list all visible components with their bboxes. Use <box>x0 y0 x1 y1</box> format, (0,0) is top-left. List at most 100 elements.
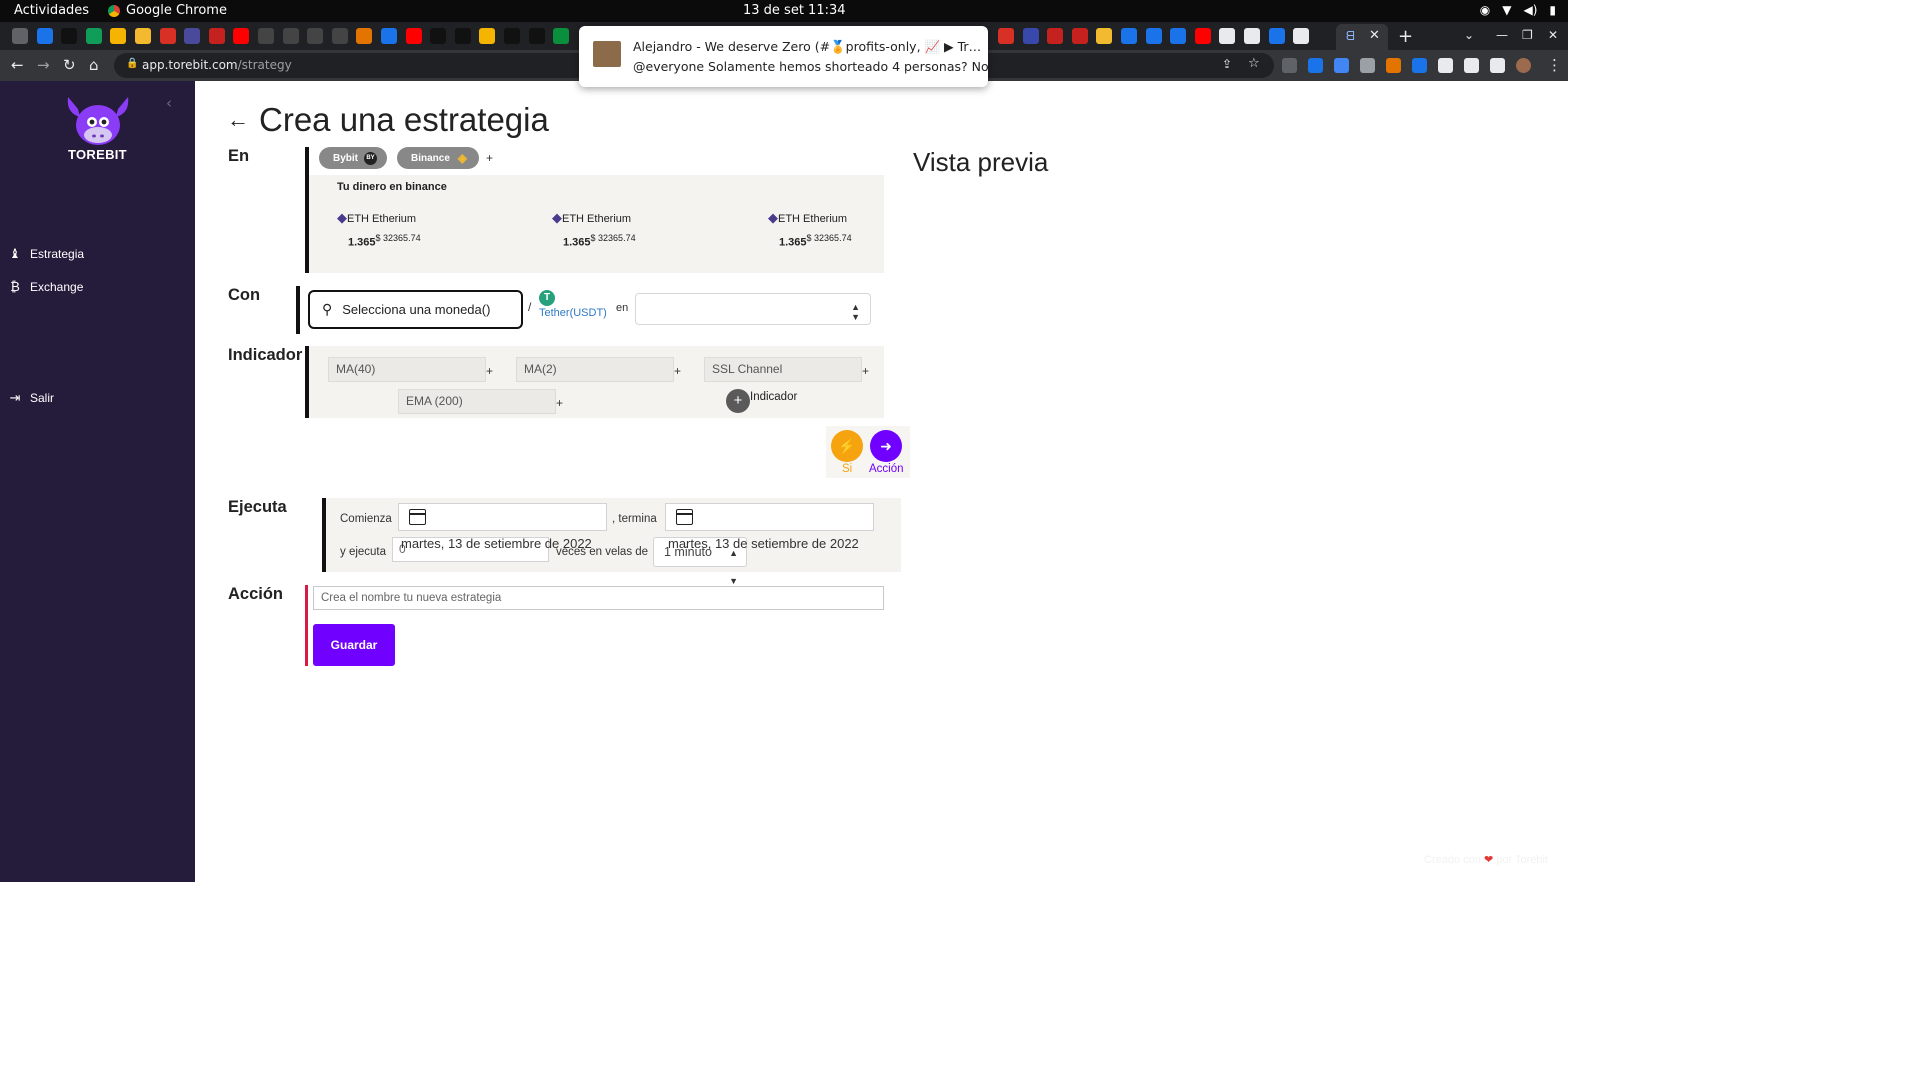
pinned-tab-favicon[interactable] <box>282 28 299 44</box>
extension-icon[interactable] <box>1386 58 1401 73</box>
pinned-tab-favicon[interactable] <box>1071 28 1088 44</box>
pinned-tab-favicon[interactable] <box>307 28 324 44</box>
add-exchange-button[interactable]: + <box>486 151 493 165</box>
restore-icon[interactable]: ❐ <box>1522 28 1533 42</box>
back-arrow-icon[interactable]: ← <box>227 107 249 133</box>
pinned-tab-favicon[interactable] <box>528 28 545 44</box>
asset-name: ETH Etherium <box>562 213 632 225</box>
active-tab[interactable]: ᗺ ✕ <box>1336 24 1388 50</box>
pinned-tab-favicon[interactable] <box>331 28 348 44</box>
pinned-tab-favicon[interactable] <box>36 28 53 44</box>
si-trigger-button[interactable]: ⚡ <box>831 430 863 462</box>
extension-icon[interactable] <box>1464 58 1479 73</box>
exchange-chip-binance[interactable]: Binance ◈ <box>397 147 479 169</box>
start-date-input[interactable] <box>398 503 607 531</box>
add-indicator-plus[interactable]: + <box>862 364 869 378</box>
pinned-tab-favicon[interactable] <box>1145 28 1162 44</box>
pinned-tab-favicon[interactable] <box>381 28 397 44</box>
accion-section-bar <box>305 585 308 666</box>
pinned-tab-favicon[interactable] <box>1096 28 1113 44</box>
profile-avatar-icon[interactable] <box>1516 58 1531 73</box>
add-indicator-plus[interactable]: + <box>486 364 493 378</box>
plus-circle-icon: + <box>726 389 750 413</box>
clock[interactable]: 13 de set 11:34 <box>743 3 846 18</box>
new-tab-icon[interactable]: + <box>1398 26 1413 47</box>
pinned-tab-favicon[interactable] <box>1268 28 1285 44</box>
bookmark-star-icon[interactable]: ☆ <box>1248 56 1260 71</box>
pinned-tab-favicon[interactable] <box>998 28 1014 44</box>
extension-icon[interactable] <box>1412 58 1427 73</box>
save-button[interactable]: Guardar <box>313 624 395 666</box>
pinned-tab-favicon[interactable] <box>208 28 225 44</box>
pinned-tab-favicon[interactable] <box>258 28 274 44</box>
extension-icon[interactable] <box>1334 58 1349 73</box>
pinned-tab-favicon[interactable] <box>504 28 520 44</box>
coin-select-input[interactable]: ⚲ Selecciona una moneda() <box>308 290 523 329</box>
pinned-tab-favicon[interactable] <box>61 28 78 44</box>
extension-icon[interactable] <box>1282 58 1297 73</box>
share-icon[interactable]: ⇪ <box>1222 57 1232 71</box>
quote-coin[interactable]: T Tether(USDT) <box>539 290 607 319</box>
indicator-input[interactable]: MA(40) <box>328 357 486 382</box>
extension-icon[interactable] <box>1438 58 1453 73</box>
extension-icon[interactable] <box>1490 58 1505 73</box>
indicator-input[interactable]: SSL Channel <box>704 357 862 382</box>
tether-icon: T <box>539 290 555 306</box>
tab-search-icon[interactable]: ⌄ <box>1464 28 1474 42</box>
accion-trigger-button[interactable]: ➜ <box>870 430 902 462</box>
sidebar-item-salir[interactable]: ⇥ Salir <box>8 390 54 406</box>
activities-button[interactable]: Actividades <box>14 3 89 18</box>
pinned-tab-favicon[interactable] <box>1194 28 1211 44</box>
strategy-name-input[interactable]: Crea el nombre tu nueva estrategia <box>313 586 884 610</box>
indicator-input[interactable]: EMA (200) <box>398 389 556 414</box>
window-close-icon[interactable]: ✕ <box>1548 28 1558 42</box>
pinned-tab-favicon[interactable] <box>159 28 176 44</box>
home-icon[interactable]: ⌂ <box>89 56 99 74</box>
extension-icon[interactable] <box>1308 58 1323 73</box>
reload-icon[interactable]: ↻ <box>63 56 76 74</box>
extension-icon[interactable] <box>1360 58 1375 73</box>
exchange-select[interactable]: ▲ ▼ <box>635 293 871 325</box>
add-indicator-plus[interactable]: + <box>556 396 563 410</box>
pinned-tab-favicon[interactable] <box>1244 28 1260 44</box>
sidebar-item-exchange[interactable]: ₿ Exchange <box>8 279 83 294</box>
lock-icon: 🔒 <box>126 58 139 69</box>
minimize-icon[interactable]: — <box>1496 28 1508 42</box>
termina-label: , termina <box>612 513 657 525</box>
forward-icon[interactable]: → <box>37 56 50 74</box>
add-indicator-plus[interactable]: + <box>674 364 681 378</box>
pinned-tab-favicon[interactable] <box>1047 28 1064 44</box>
pinned-tab-favicon[interactable] <box>454 28 471 44</box>
pinned-tab-favicon[interactable] <box>85 28 102 44</box>
pinned-tab-favicon[interactable] <box>233 28 250 44</box>
pinned-tab-favicon[interactable] <box>430 28 447 44</box>
add-indicator-button[interactable]: + Indicador <box>726 389 797 413</box>
pinned-tab-favicon[interactable] <box>1170 28 1187 44</box>
pinned-tab-favicon[interactable] <box>12 28 28 44</box>
app-menu[interactable]: Google Chrome <box>108 3 227 18</box>
pinned-tab-favicon[interactable] <box>479 28 496 44</box>
pinned-tab-favicon[interactable] <box>184 28 201 44</box>
pinned-tab-favicon[interactable] <box>1121 28 1137 44</box>
pinned-tab-favicon[interactable] <box>1219 28 1236 44</box>
chat-notification[interactable]: Alejandro - We deserve Zero (#🏅profits-o… <box>579 26 1029 87</box>
system-tray[interactable]: ◉ ▼ ◀) ▮ <box>1480 3 1556 17</box>
sidebar-item-estrategia[interactable]: ♝ Estrategia <box>8 246 84 262</box>
close-tab-icon[interactable]: ✕ <box>1369 28 1380 43</box>
indicator-input[interactable]: MA(2) <box>516 357 674 382</box>
end-date-input[interactable] <box>665 503 874 531</box>
pinned-tab-favicon[interactable] <box>110 28 127 44</box>
pinned-tab-favicon[interactable] <box>1022 28 1039 44</box>
back-icon[interactable]: ← <box>11 56 24 74</box>
pinned-tab-favicon[interactable] <box>356 28 373 44</box>
coin-placeholder: Selecciona una moneda() <box>342 302 491 317</box>
pinned-tab-favicon[interactable] <box>405 28 422 44</box>
pinned-tab-favicon[interactable] <box>1293 28 1310 44</box>
pinned-tab-favicon[interactable] <box>135 28 151 44</box>
exchange-chip-bybit[interactable]: Bybit BY <box>319 147 387 169</box>
pinned-tab-favicon[interactable] <box>553 28 570 44</box>
collapse-sidebar-icon[interactable]: ‹ <box>166 94 172 112</box>
asset-value: $ 32365.74 <box>590 233 636 243</box>
main-content: ← Crea una estrategia Vista previa En By… <box>195 81 1568 882</box>
chrome-menu-icon[interactable]: ⋮ <box>1547 56 1562 74</box>
